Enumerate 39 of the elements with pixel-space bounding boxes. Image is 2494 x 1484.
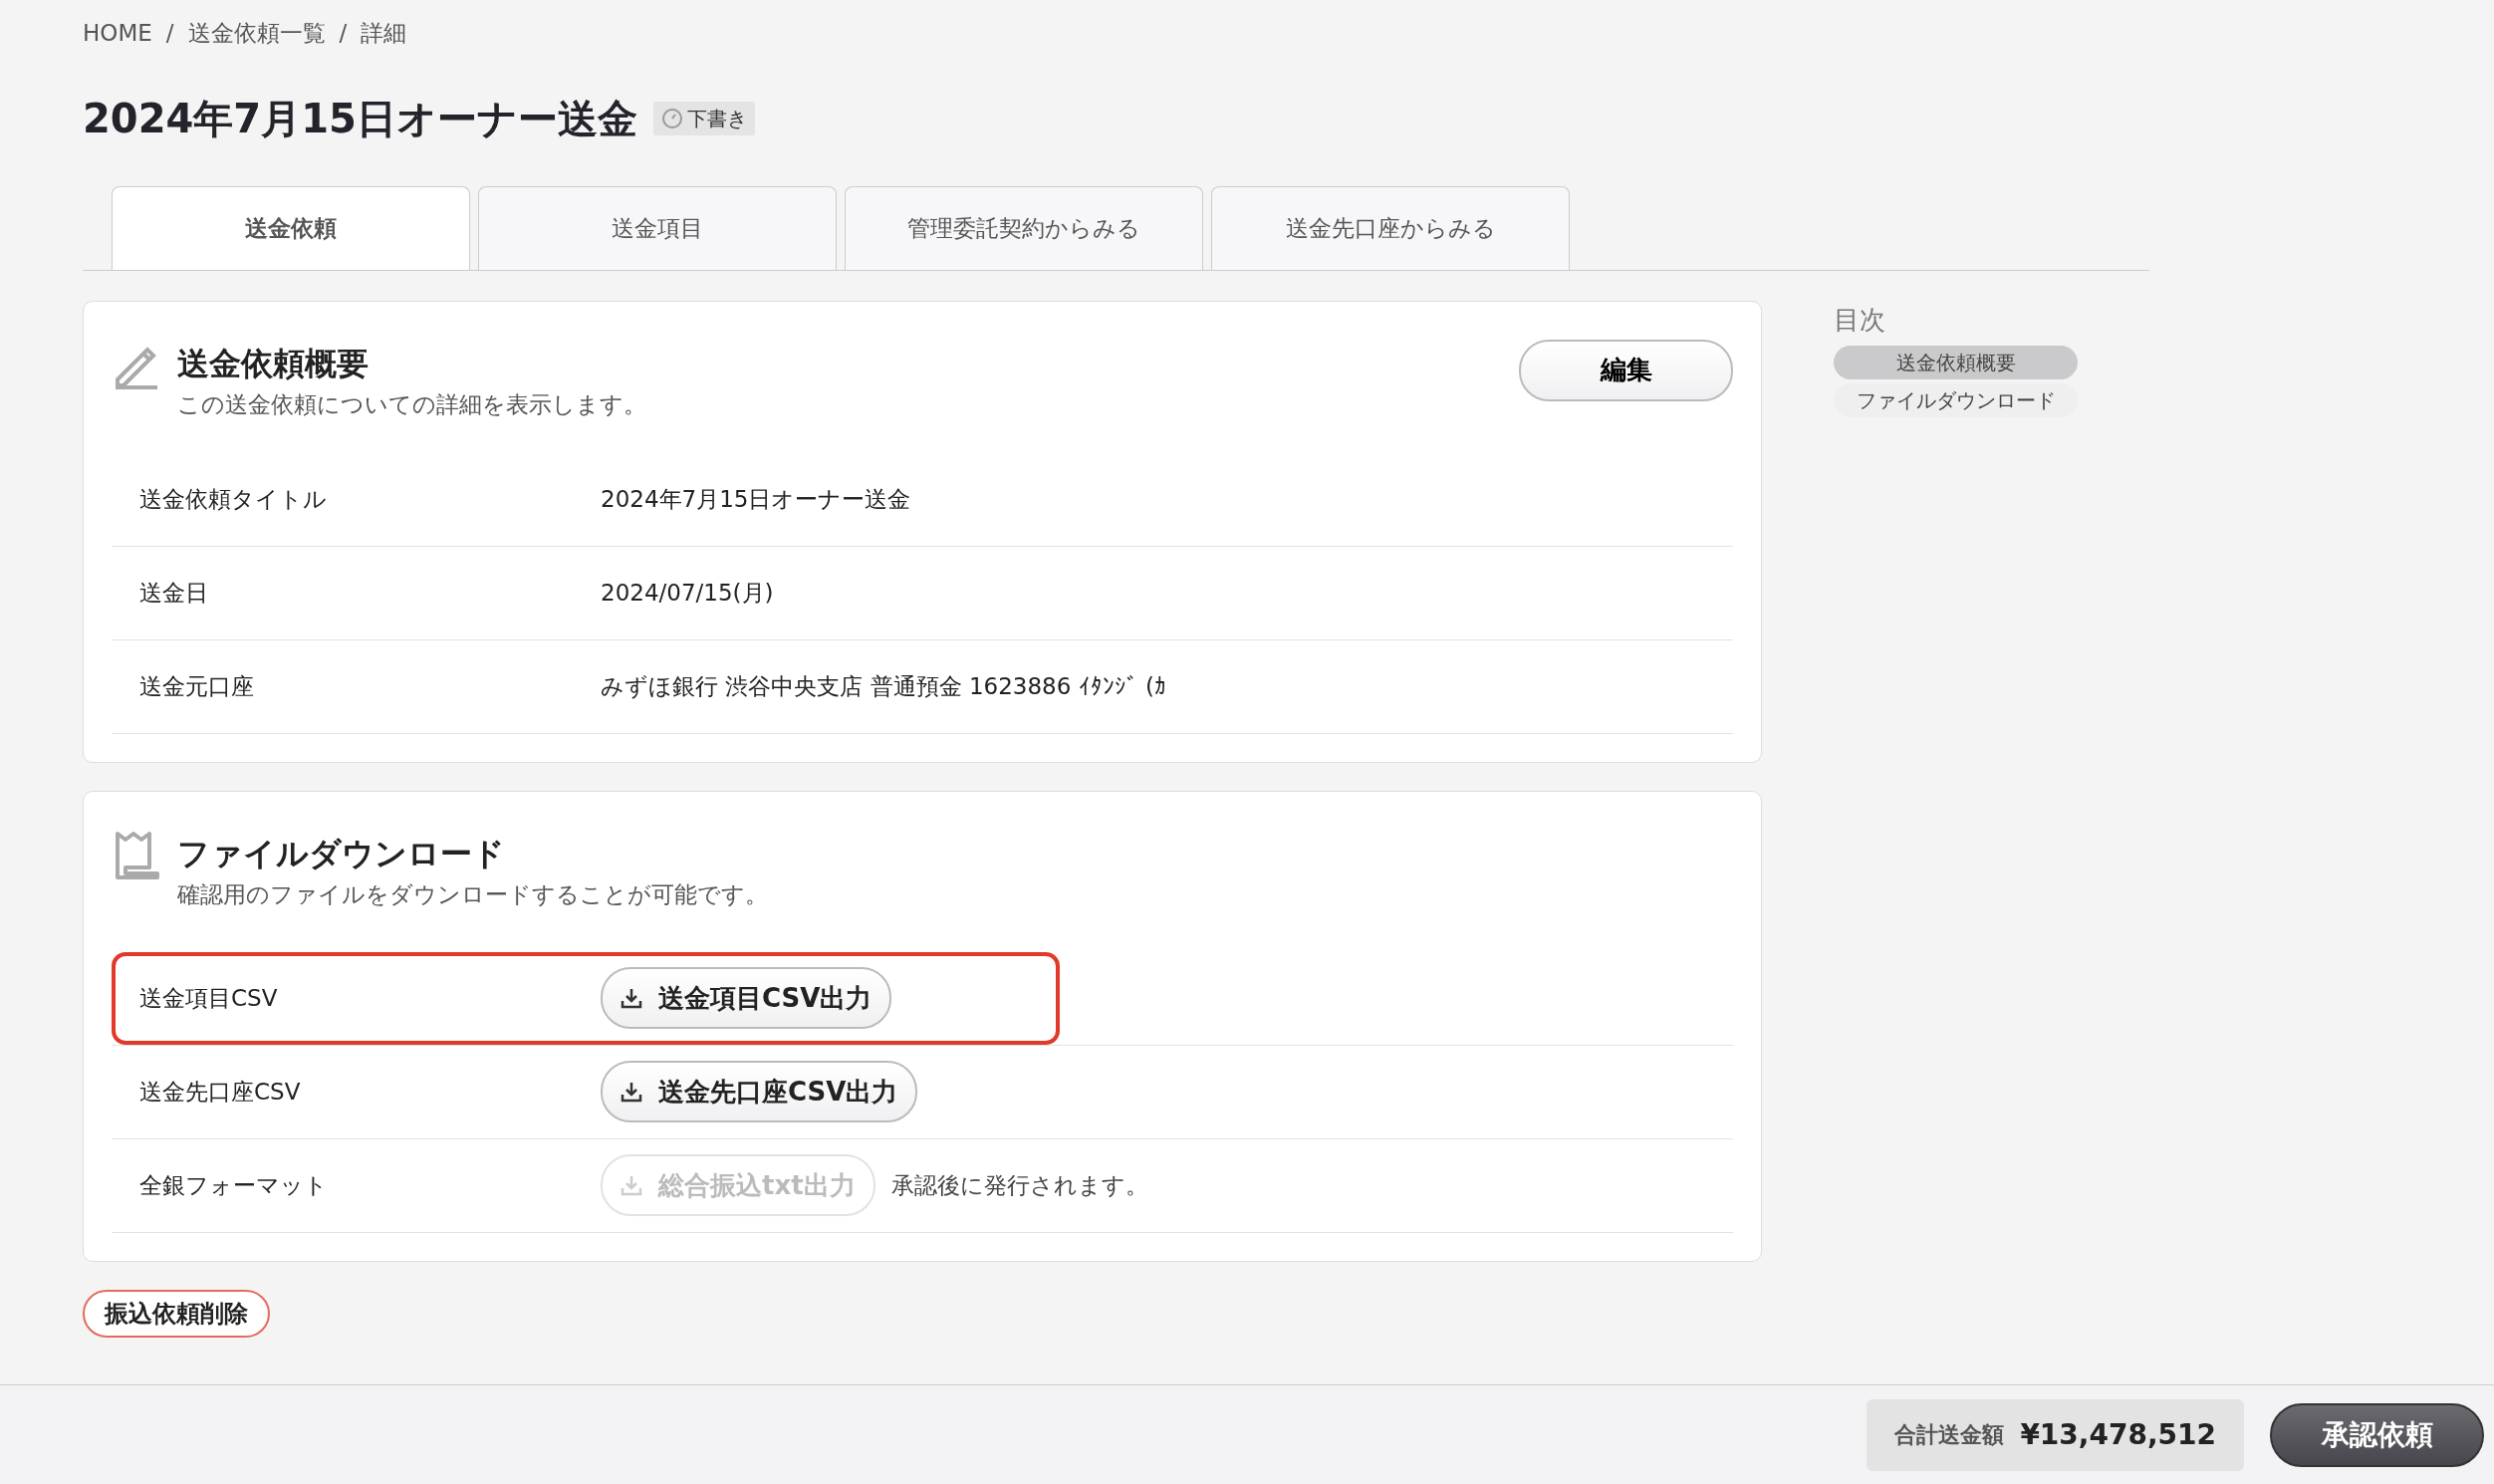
tab[interactable]: 送金先口座からみる (1211, 185, 1570, 270)
delete-button[interactable]: 振込依頼削除 (83, 1289, 270, 1338)
field-label: 送金日 (139, 579, 209, 609)
tab[interactable]: 送金依頼 (112, 185, 470, 270)
toc-item[interactable]: 送金依頼概要 (1834, 345, 2078, 379)
toc-item[interactable]: ファイルダウンロード (1834, 382, 2078, 417)
card-description: この送金依頼についての詳細を表示します。 (177, 389, 647, 419)
download-button[interactable]: 送金先口座CSV出力 (601, 1061, 918, 1122)
field-label: 送金元口座 (139, 672, 255, 702)
field-label: 送金先口座CSV (139, 1077, 302, 1107)
breadcrumb-link[interactable]: HOME (83, 16, 152, 51)
card-title: 送金依頼概要 (177, 343, 370, 384)
download-icon (621, 1174, 642, 1196)
card-title: ファイルダウンロード (177, 834, 506, 874)
total-label: 合計送金額 (1894, 1421, 2005, 1449)
download-button[interactable]: 送金項目CSV出力 (601, 967, 892, 1029)
field-label: 送金依頼タイトル (139, 485, 328, 515)
breadcrumb-separator: / (165, 19, 174, 48)
field-value: 2024/07/15(月) (601, 579, 774, 609)
breadcrumb-link[interactable]: 送金依頼一覧 (187, 16, 326, 51)
breadcrumb-separator: / (339, 19, 348, 48)
field-value: 2024年7月15日オーナー送金 (601, 485, 911, 515)
approve-request-button[interactable]: 承認依頼 (2270, 1402, 2484, 1467)
page-title: 2024年7月15日オーナー送金 (83, 94, 637, 142)
field-label: 全銀フォーマット (139, 1170, 329, 1200)
note-text: 承認後に発行されます。 (890, 1170, 1148, 1200)
tab[interactable]: 送金項目 (478, 185, 837, 270)
field-label: 送金項目CSV (139, 983, 279, 1013)
total-amount: ¥13,478,512 (2020, 1416, 2216, 1453)
card-description: 確認用のファイルをダウンロードすることが可能です。 (177, 880, 768, 909)
field-value: みずほ銀行 渋谷中央支店 普通預金 1623886 ｲﾀﾝｼﾞ (ｶ (601, 672, 1166, 702)
toc-heading: 目次 (1834, 303, 1886, 337)
status-badge: 下書き (652, 101, 755, 135)
edit-button[interactable]: 編集 (1519, 339, 1733, 401)
download-icon (621, 1081, 642, 1103)
breadcrumb-current: 詳細 (361, 19, 407, 48)
tab[interactable]: 管理委託契約からみる (845, 185, 1203, 270)
clock-icon (660, 107, 683, 129)
download-icon (621, 987, 642, 1009)
